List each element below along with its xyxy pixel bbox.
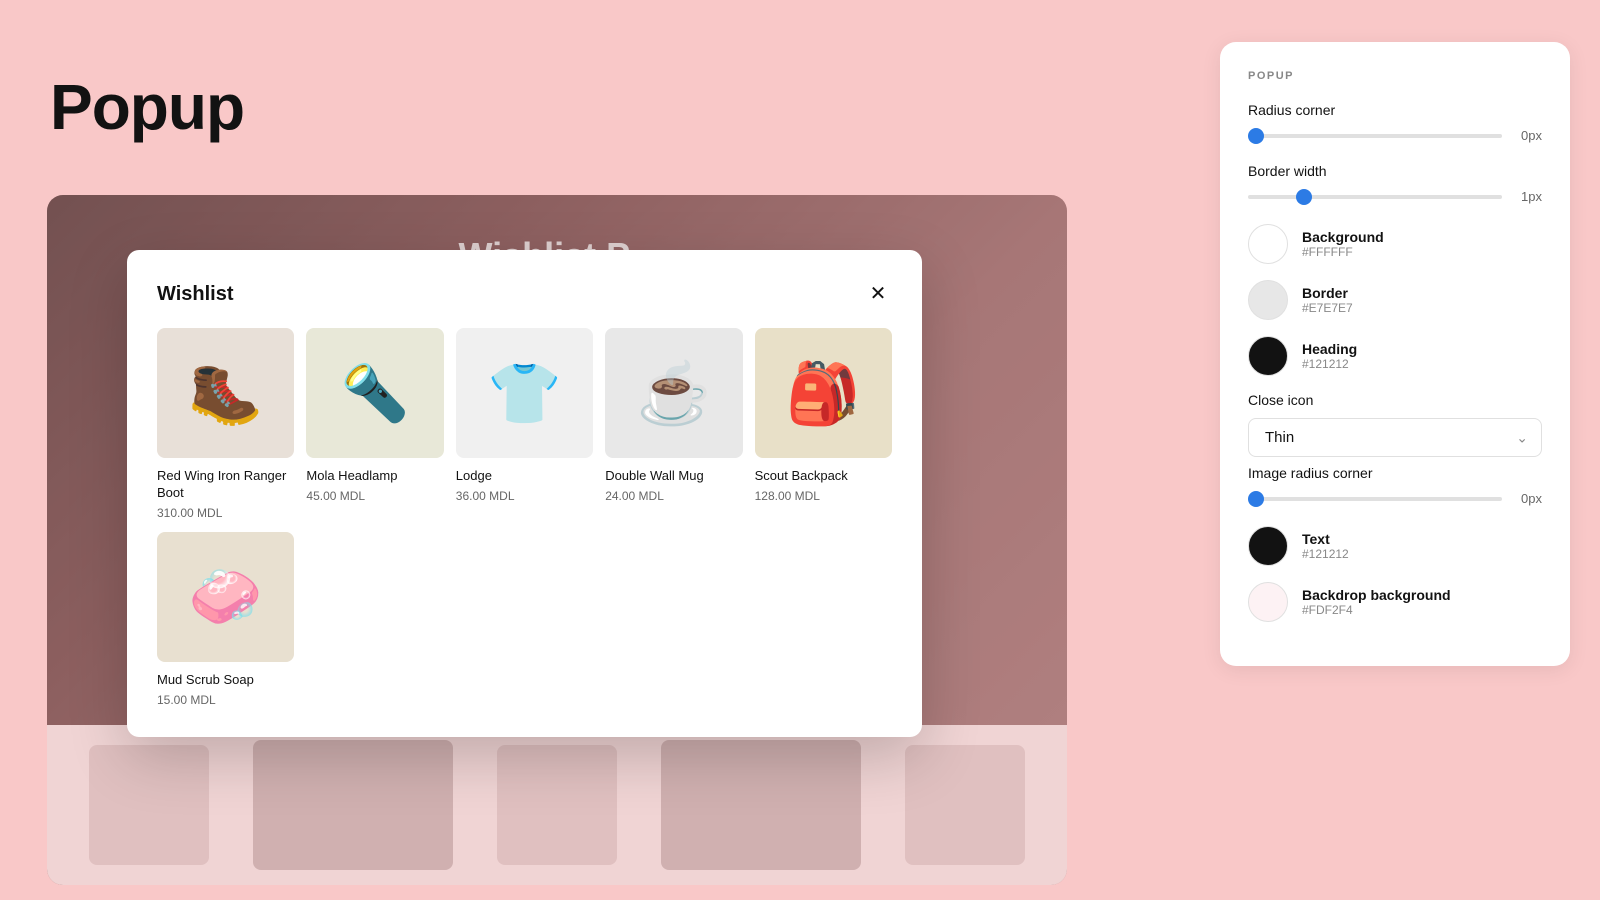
background-color-row[interactable]: Background #FFFFFF: [1248, 224, 1542, 264]
background-color-info: Background #FFFFFF: [1302, 229, 1384, 259]
heading-color-swatch: [1248, 336, 1288, 376]
product-name-lodge: Lodge: [456, 468, 593, 485]
product-price-backpack: 128.00 MDL: [755, 489, 892, 503]
backdrop-color-row[interactable]: Backdrop background #FDF2F4: [1248, 582, 1542, 622]
product-price-lodge: 36.00 MDL: [456, 489, 593, 503]
product-card-soap: Mud Scrub Soap 15.00 MDL: [157, 532, 294, 707]
image-radius-corner-value: 0px: [1512, 491, 1542, 506]
product-image-headlamp: [306, 328, 443, 458]
radius-corner-label: Radius corner: [1248, 102, 1542, 118]
panel-section-title: POPUP: [1248, 70, 1542, 82]
border-width-value: 1px: [1512, 189, 1542, 204]
products-grid-row2: Mud Scrub Soap 15.00 MDL: [157, 532, 892, 707]
background-color-label: Background: [1302, 229, 1384, 245]
product-card-mug: Double Wall Mug 24.00 MDL: [605, 328, 742, 520]
border-width-slider[interactable]: [1248, 195, 1502, 199]
backdrop-color-swatch: [1248, 582, 1288, 622]
text-color-swatch: [1248, 526, 1288, 566]
close-icon-control: Close icon Thin Regular Bold ⌄: [1248, 392, 1542, 457]
background-color-swatch: [1248, 224, 1288, 264]
image-radius-corner-label: Image radius corner: [1248, 465, 1542, 481]
text-color-hex: #121212: [1302, 547, 1349, 561]
text-color-row[interactable]: Text #121212: [1248, 526, 1542, 566]
product-image-lodge: [456, 328, 593, 458]
store-item-2: [253, 740, 453, 870]
store-item-3: [497, 745, 617, 865]
close-icon-select[interactable]: Thin Regular Bold: [1248, 418, 1542, 457]
product-name-mug: Double Wall Mug: [605, 468, 742, 485]
backdrop-color-label: Backdrop background: [1302, 587, 1451, 603]
product-image-backpack: [755, 328, 892, 458]
store-preview-bottom: [47, 725, 1067, 885]
close-icon-select-wrapper: Thin Regular Bold ⌄: [1248, 418, 1542, 457]
background-color-hex: #FFFFFF: [1302, 245, 1384, 259]
border-color-swatch: [1248, 280, 1288, 320]
product-card-lodge: Lodge 36.00 MDL: [456, 328, 593, 520]
heading-color-row[interactable]: Heading #121212: [1248, 336, 1542, 376]
close-button[interactable]: ✕: [864, 280, 892, 308]
border-color-info: Border #E7E7E7: [1302, 285, 1353, 315]
border-width-slider-row: 1px: [1248, 189, 1542, 204]
image-radius-corner-control: Image radius corner 0px: [1248, 465, 1542, 506]
border-width-control: Border width 1px: [1248, 163, 1542, 204]
store-item-5: [905, 745, 1025, 865]
product-name-headlamp: Mola Headlamp: [306, 468, 443, 485]
product-name-backpack: Scout Backpack: [755, 468, 892, 485]
image-radius-corner-slider[interactable]: [1248, 497, 1502, 501]
heading-color-hex: #121212: [1302, 357, 1357, 371]
radius-corner-control: Radius corner 0px: [1248, 102, 1542, 143]
right-panel: POPUP Radius corner 0px Border width 1px…: [1220, 42, 1570, 666]
product-price-soap: 15.00 MDL: [157, 693, 294, 707]
product-name-soap: Mud Scrub Soap: [157, 672, 294, 689]
radius-corner-value: 0px: [1512, 128, 1542, 143]
product-price-boot: 310.00 MDL: [157, 506, 294, 520]
product-price-mug: 24.00 MDL: [605, 489, 742, 503]
backdrop-color-info: Backdrop background #FDF2F4: [1302, 587, 1451, 617]
border-width-label: Border width: [1248, 163, 1542, 179]
close-icon-label: Close icon: [1248, 392, 1542, 408]
popup-modal: Wishlist ✕ Red Wing Iron Ranger Boot 310…: [127, 250, 922, 737]
product-card-boot: Red Wing Iron Ranger Boot 310.00 MDL: [157, 328, 294, 520]
backdrop-color-hex: #FDF2F4: [1302, 603, 1451, 617]
close-icon: ✕: [870, 284, 887, 304]
border-color-label: Border: [1302, 285, 1353, 301]
text-color-label: Text: [1302, 531, 1349, 547]
radius-corner-slider-row: 0px: [1248, 128, 1542, 143]
product-image-mug: [605, 328, 742, 458]
product-image-boot: [157, 328, 294, 458]
store-item-1: [89, 745, 209, 865]
heading-color-info: Heading #121212: [1302, 341, 1357, 371]
image-radius-corner-slider-row: 0px: [1248, 491, 1542, 506]
product-name-boot: Red Wing Iron Ranger Boot: [157, 468, 294, 502]
product-price-headlamp: 45.00 MDL: [306, 489, 443, 503]
product-card-backpack: Scout Backpack 128.00 MDL: [755, 328, 892, 520]
products-grid-row1: Red Wing Iron Ranger Boot 310.00 MDL Mol…: [157, 328, 892, 520]
page-title: Popup: [50, 70, 244, 144]
border-color-hex: #E7E7E7: [1302, 301, 1353, 315]
radius-corner-slider[interactable]: [1248, 134, 1502, 138]
product-card-headlamp: Mola Headlamp 45.00 MDL: [306, 328, 443, 520]
popup-modal-title: Wishlist: [157, 283, 234, 306]
text-color-info: Text #121212: [1302, 531, 1349, 561]
store-item-4: [661, 740, 861, 870]
border-color-row[interactable]: Border #E7E7E7: [1248, 280, 1542, 320]
heading-color-label: Heading: [1302, 341, 1357, 357]
product-image-soap: [157, 532, 294, 662]
popup-header: Wishlist ✕: [157, 280, 892, 308]
